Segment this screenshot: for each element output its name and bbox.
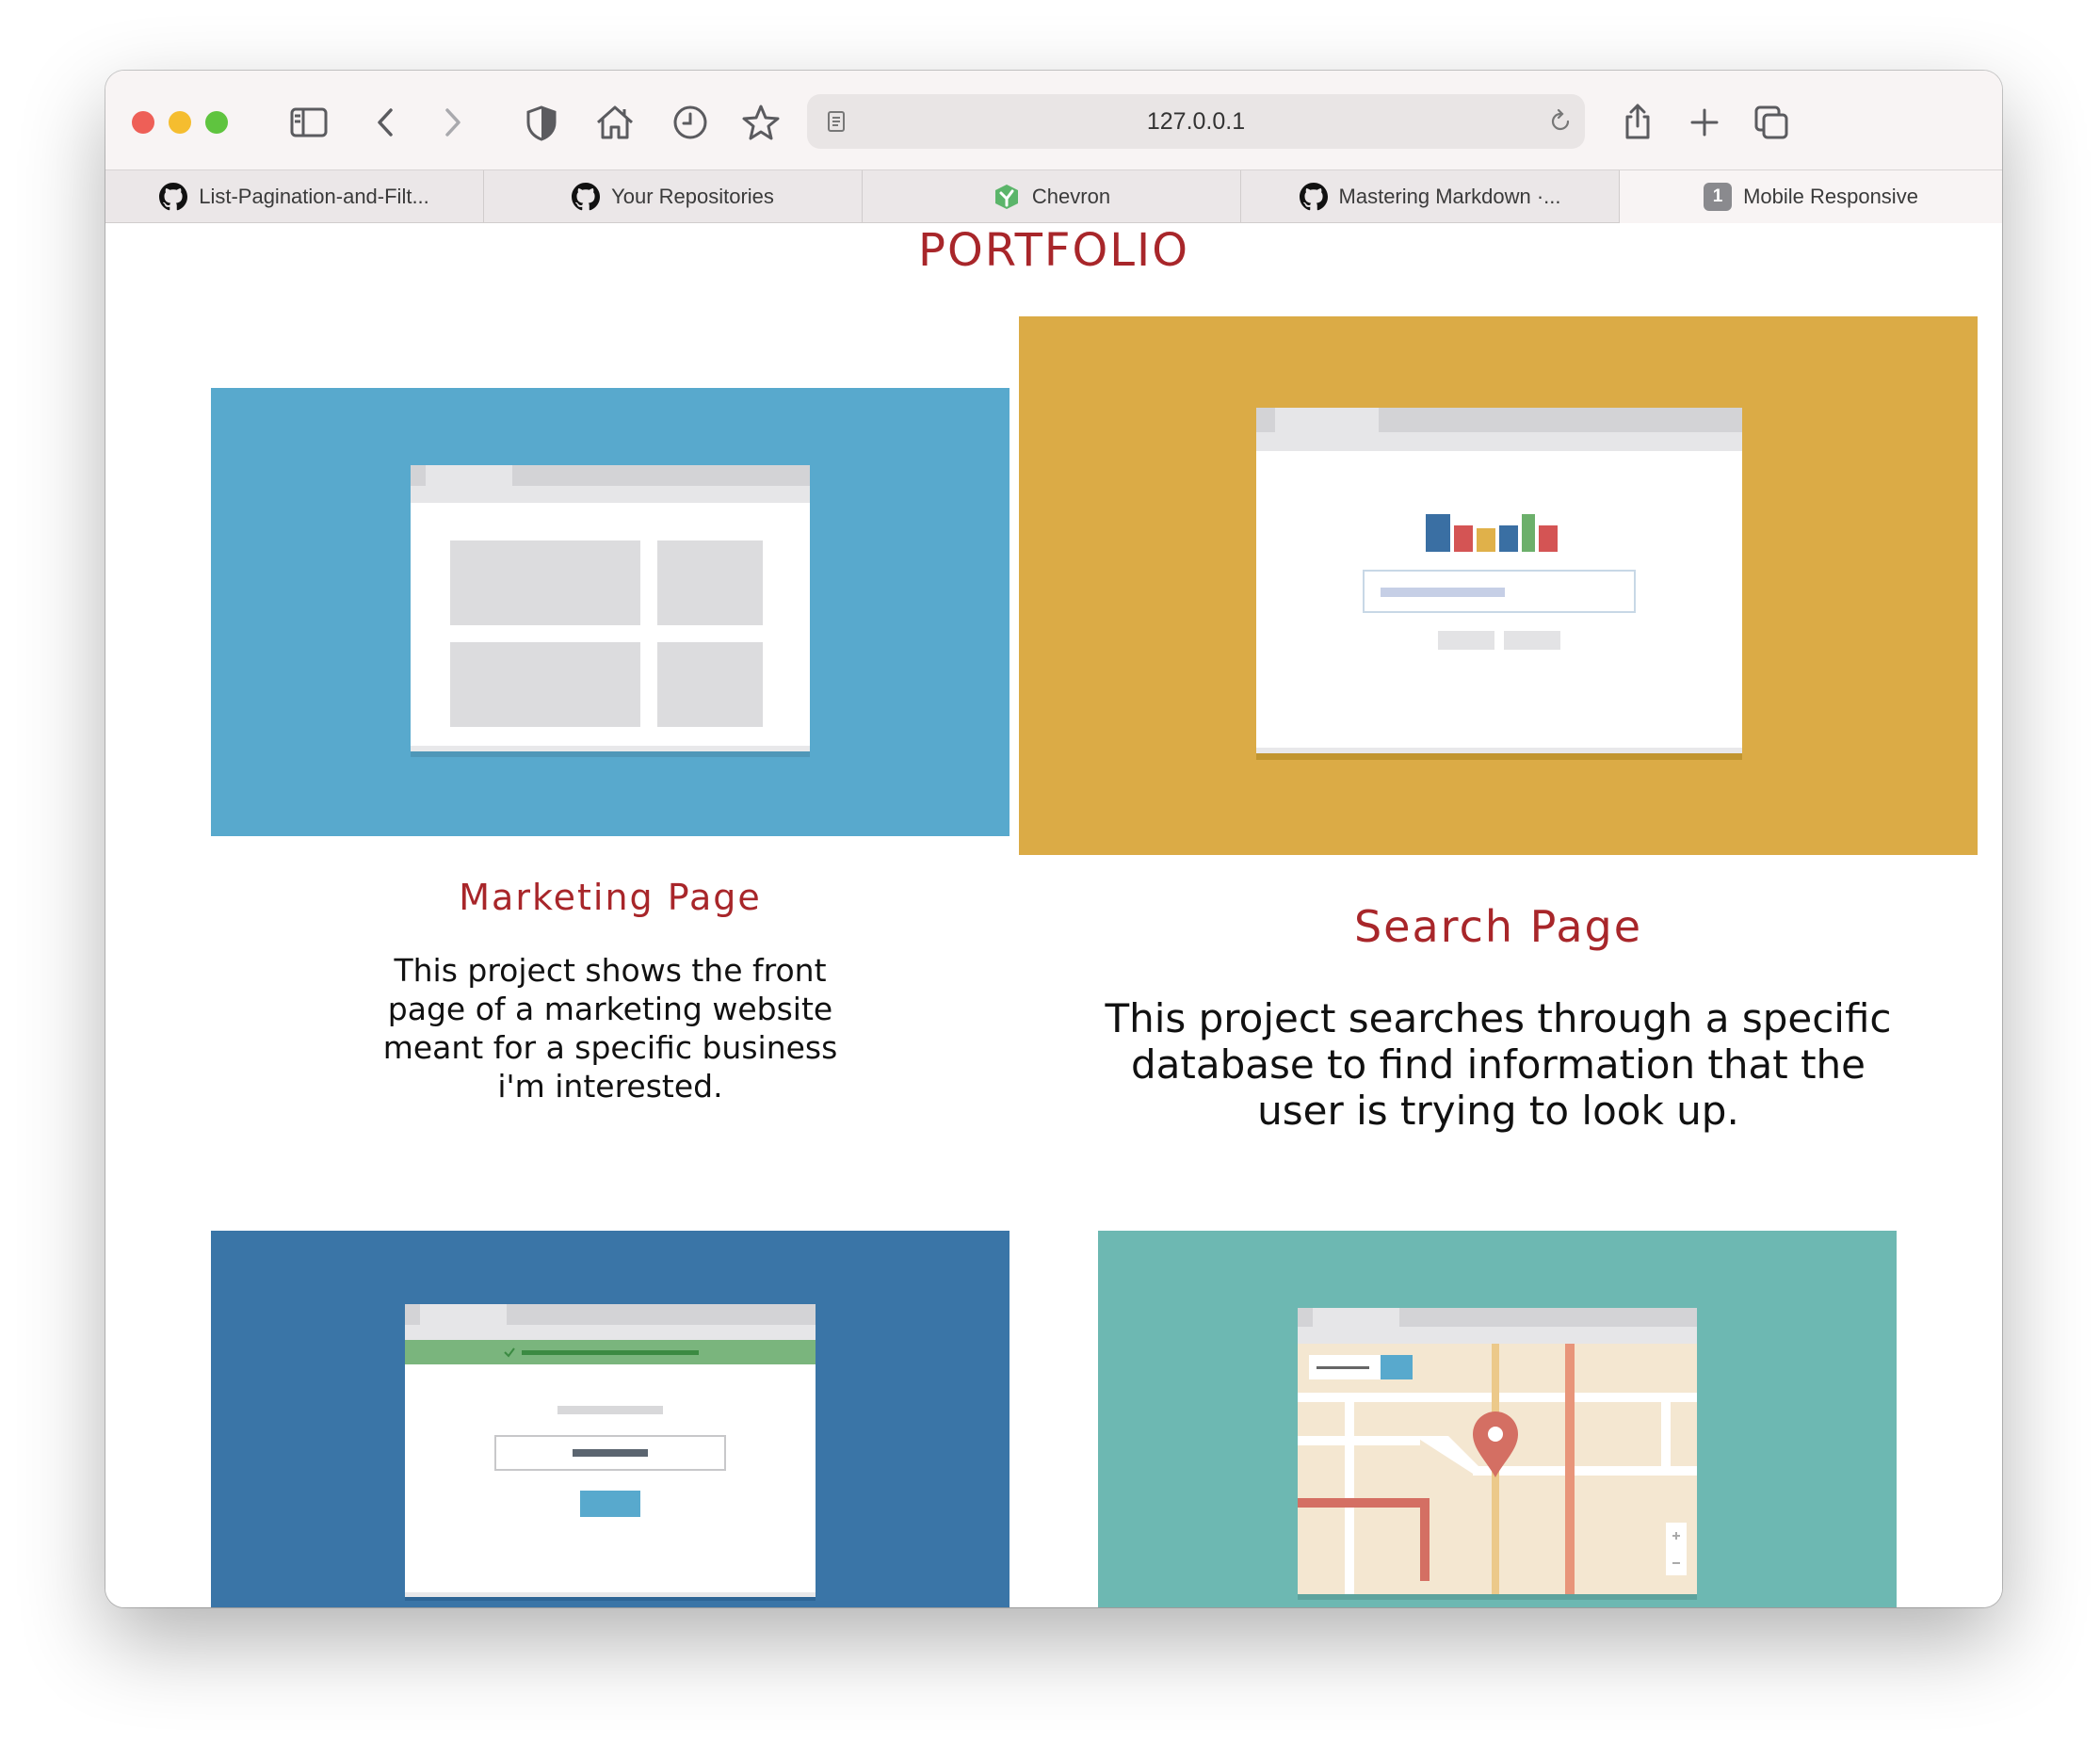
search-page-thumbnail[interactable] xyxy=(1019,316,1978,855)
tab-label: Chevron xyxy=(1031,185,1111,208)
tab-label: Mastering Markdown ·... xyxy=(1338,185,1561,208)
project-description: This project searches through a specific… xyxy=(1105,995,1892,1134)
tab-label: Mobile Responsive xyxy=(1743,185,1918,208)
tab-list-pagination[interactable]: List-Pagination-and-Filt... xyxy=(105,170,484,223)
home-icon[interactable] xyxy=(589,96,641,149)
browser-window: 127.0.0.1 List-Pagination-and-Filt... Yo xyxy=(105,71,2002,1607)
chevron-logo-icon xyxy=(993,183,1021,211)
tab-your-repositories[interactable]: Your Repositories xyxy=(484,170,863,223)
map-page-thumbnail[interactable] xyxy=(1098,1231,1897,1607)
tab-overview-icon[interactable] xyxy=(1745,96,1798,149)
back-icon[interactable] xyxy=(360,96,412,149)
github-icon xyxy=(159,183,188,211)
project-title: Search Page xyxy=(1353,901,1643,952)
tab-number-badge: 1 xyxy=(1704,183,1733,211)
bookmark-star-icon[interactable] xyxy=(735,96,787,149)
new-tab-plus-icon[interactable] xyxy=(1678,96,1731,149)
tab-mobile-responsive[interactable]: 1 Mobile Responsive xyxy=(1620,170,2002,223)
marketing-page-thumbnail[interactable] xyxy=(211,388,1010,836)
project-description: This project shows the front page of a m… xyxy=(382,952,838,1105)
tab-chevron[interactable]: Chevron xyxy=(863,170,1241,223)
address-text: 127.0.0.1 xyxy=(1146,108,1246,135)
minimize-window-button[interactable] xyxy=(169,111,191,134)
reload-icon[interactable] xyxy=(1545,106,1575,137)
github-icon xyxy=(1299,183,1328,211)
close-window-button[interactable] xyxy=(132,111,154,134)
form-page-thumbnail[interactable] xyxy=(211,1231,1010,1607)
project-title: Marketing Page xyxy=(459,877,762,918)
forward-icon[interactable] xyxy=(426,96,478,149)
tab-label: Your Repositories xyxy=(611,185,774,208)
tab-mastering-markdown[interactable]: Mastering Markdown ·... xyxy=(1241,170,1620,223)
sidebar-icon[interactable] xyxy=(283,96,335,149)
address-bar[interactable]: 127.0.0.1 xyxy=(807,94,1585,149)
shield-icon[interactable] xyxy=(515,96,568,149)
tab-label: List-Pagination-and-Filt... xyxy=(199,185,429,208)
history-icon[interactable] xyxy=(664,96,717,149)
page-content: PORTFOLIO Marketing Page This project sh… xyxy=(105,223,2002,1607)
zoom-window-button[interactable] xyxy=(205,111,228,134)
tab-bar: List-Pagination-and-Filt... Your Reposit… xyxy=(105,169,2002,223)
browser-toolbar: 127.0.0.1 xyxy=(105,71,2002,169)
github-icon xyxy=(572,183,601,211)
page-title: PORTFOLIO xyxy=(918,224,1189,277)
share-icon[interactable] xyxy=(1611,96,1664,149)
